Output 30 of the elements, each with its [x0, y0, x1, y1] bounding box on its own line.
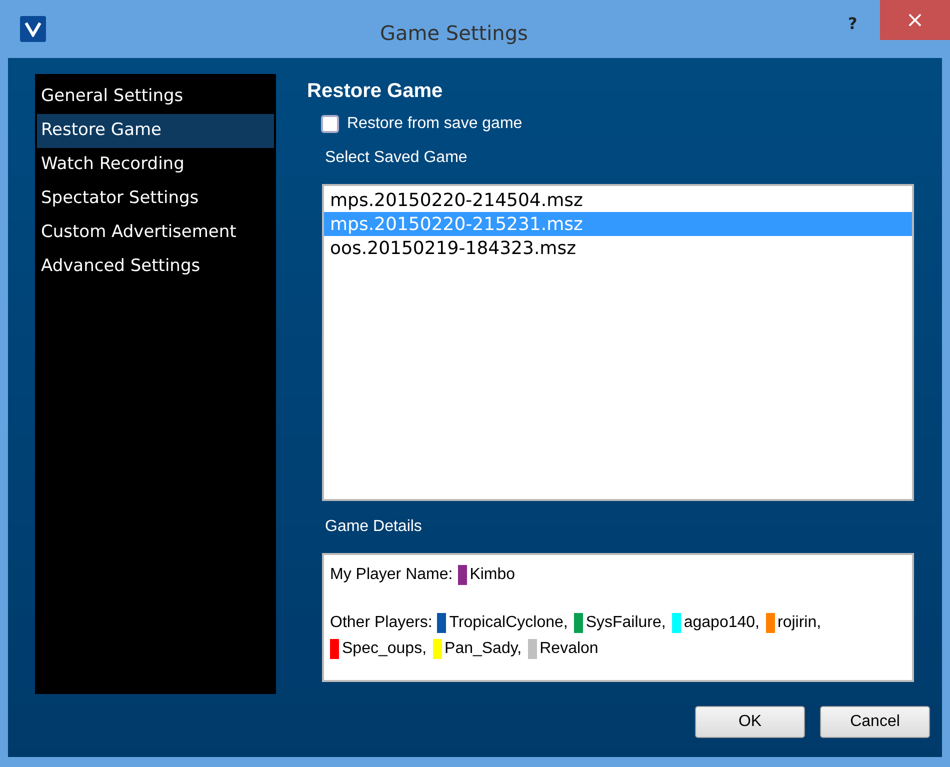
saved-game-item[interactable]: mps.20150220-214504.msz: [324, 188, 912, 212]
sidebar-item[interactable]: Custom Advertisement: [37, 216, 274, 250]
saved-games-list[interactable]: mps.20150220-214504.msz mps.20150220-215231.msz oos.20150219-184323.msz: [322, 184, 914, 501]
saved-games-label: Select Saved Game: [325, 148, 468, 168]
sidebar-item[interactable]: Advanced Settings: [37, 250, 274, 284]
player-name: Kimbo: [470, 565, 516, 585]
help-button[interactable]: ?: [848, 12, 858, 36]
dialog-button[interactable]: Cancel: [820, 706, 930, 738]
sidebar-item[interactable]: Watch Recording: [37, 148, 274, 182]
sidebar-item[interactable]: General Settings: [37, 80, 274, 114]
player-name: Spec_oups,: [342, 639, 427, 659]
other-players-label: Other Players:: [330, 613, 432, 633]
game-details-label: Game Details: [325, 517, 423, 537]
app-logo-icon: [20, 16, 46, 42]
checkbox-label: Restore from save game: [347, 114, 522, 134]
saved-game-item[interactable]: oos.20150219-184323.msz: [324, 236, 912, 260]
sidebar-item[interactable]: Restore Game: [37, 114, 274, 148]
sidebar-item[interactable]: Spectator Settings: [37, 182, 274, 216]
player-name: agapo140,: [684, 613, 760, 633]
section-heading: Restore Game: [307, 79, 444, 104]
player-name: rojirin,: [778, 613, 822, 633]
dialog-button[interactable]: OK: [695, 706, 805, 738]
close-button[interactable]: ×: [880, 0, 950, 40]
player-name: Revalon: [540, 639, 598, 659]
my-player-label: My Player Name:: [330, 565, 453, 585]
player-name: TropicalCyclone,: [449, 613, 568, 633]
restore-checkbox[interactable]: [321, 115, 339, 133]
player-name: Pan_Sady,: [444, 639, 522, 659]
window-title: Game Settings: [380, 20, 528, 47]
player-name: SysFailure,: [586, 613, 666, 633]
